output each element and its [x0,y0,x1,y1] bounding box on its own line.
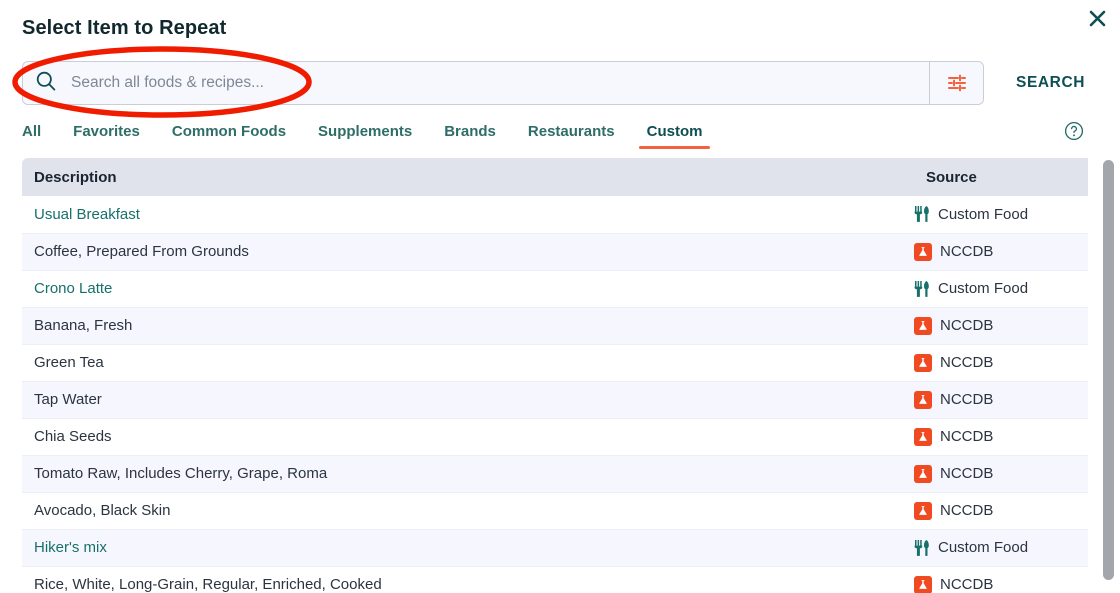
nccdb-flask-icon [914,242,932,261]
source-label: NCCDB [940,465,994,482]
row-description[interactable]: Usual Breakfast [22,196,888,234]
column-header-description: Description [22,158,888,196]
row-description[interactable]: Banana, Fresh [22,307,888,345]
source-label: NCCDB [940,354,994,371]
food-table-container: Description Source Usual Breakfast Custom… [22,158,1098,593]
table-row[interactable]: Crono Latte Custom Food [22,270,1088,308]
source-label: Custom Food [938,280,1029,297]
row-description[interactable]: Tomato Raw, Includes Cherry, Grape, Roma [22,455,888,493]
row-description[interactable]: Hiker's mix [22,529,888,567]
utensils-icon [914,280,930,298]
search-button[interactable]: SEARCH [1010,73,1091,93]
table-row[interactable]: Tomato Raw, Includes Cherry, Grape, Roma… [22,455,1088,493]
search-input[interactable] [69,73,917,93]
row-source: NCCDB [888,455,1088,493]
tab-custom[interactable]: Custom [638,123,711,149]
search-field[interactable] [23,62,929,104]
source-cell-content: Custom Food [900,280,1076,298]
source-cell-content: NCCDB [900,501,1076,520]
row-description[interactable]: Crono Latte [22,270,888,308]
source-cell-content: Custom Food [900,205,1076,223]
source-label: NCCDB [940,502,994,519]
table-row[interactable]: Chia Seeds NCCDB [22,418,1088,456]
vertical-scrollbar-thumb[interactable] [1103,160,1114,580]
table-row[interactable]: Avocado, Black Skin NCCDB [22,492,1088,530]
nccdb-flask-icon [914,427,932,446]
row-source: NCCDB [888,381,1088,419]
row-source: Custom Food [888,270,1088,308]
row-source: NCCDB [888,344,1088,382]
food-table: Description Source Usual Breakfast Custom… [22,158,1088,593]
table-row[interactable]: Coffee, Prepared From Grounds NCCDB [22,233,1088,271]
source-label: NCCDB [940,576,994,593]
row-source: NCCDB [888,492,1088,530]
row-description[interactable]: Avocado, Black Skin [22,492,888,530]
table-header: Description Source [22,158,1088,196]
source-label: NCCDB [940,428,994,445]
column-header-source-label: Source [926,168,977,186]
help-circle-icon[interactable] [1064,121,1084,141]
tab-all[interactable]: All [22,123,41,149]
nccdb-flask-icon [914,390,932,409]
row-description[interactable]: Coffee, Prepared From Grounds [22,233,888,271]
source-cell-content: NCCDB [900,390,1076,409]
nccdb-flask-icon [914,501,932,520]
table-row[interactable]: Green Tea NCCDB [22,344,1088,382]
tab-favorites[interactable]: Favorites [73,123,140,149]
nccdb-flask-icon [914,353,932,372]
source-cell-content: NCCDB [900,316,1076,335]
page-title: Select Item to Repeat [22,17,227,39]
source-label: Custom Food [938,539,1029,556]
source-label: NCCDB [940,317,994,334]
row-description[interactable]: Tap Water [22,381,888,419]
source-label: NCCDB [940,243,994,260]
filter-sliders-icon[interactable] [929,62,983,104]
nccdb-flask-icon [914,464,932,483]
row-source: NCCDB [888,566,1088,593]
row-source: Custom Food [888,529,1088,567]
table-row[interactable]: Usual Breakfast Custom Food [22,196,1088,234]
row-source: NCCDB [888,418,1088,456]
search-box [22,61,984,105]
source-cell-content: Custom Food [900,539,1076,557]
table-header-row: Description Source [22,158,1088,196]
select-item-dialog: Select Item to Repeat Search all foods &… [0,0,1120,593]
table-row[interactable]: Rice, White, Long-Grain, Regular, Enrich… [22,566,1088,593]
column-header-source: Source [888,158,1088,196]
source-cell-content: NCCDB [900,464,1076,483]
tab-supplements[interactable]: Supplements [318,123,412,149]
nccdb-flask-icon [914,316,932,335]
utensils-icon [914,539,930,557]
source-cell-content: NCCDB [900,575,1076,593]
table-row[interactable]: Hiker's mix Custom Food [22,529,1088,567]
row-source: NCCDB [888,233,1088,271]
source-cell-content: NCCDB [900,353,1076,372]
row-description[interactable]: Rice, White, Long-Grain, Regular, Enrich… [22,566,888,593]
search-icon [35,70,57,97]
search-bar: SEARCH [22,61,1098,105]
table-row[interactable]: Tap Water NCCDB [22,381,1088,419]
row-source: NCCDB [888,307,1088,345]
source-cell-content: NCCDB [900,242,1076,261]
utensils-icon [914,205,930,223]
row-description[interactable]: Green Tea [22,344,888,382]
row-source: Custom Food [888,196,1088,234]
tab-brands[interactable]: Brands [444,123,496,149]
tab-restaurants[interactable]: Restaurants [528,123,615,149]
tab-bar: All Favorites Common Foods Supplements B… [22,121,1098,157]
source-label: NCCDB [940,391,994,408]
row-description[interactable]: Chia Seeds [22,418,888,456]
table-body: Usual Breakfast Custom Food Coffee, Prepar… [22,196,1088,593]
nccdb-flask-icon [914,575,932,593]
source-label: Custom Food [938,205,1029,223]
source-cell-content: NCCDB [900,427,1076,446]
table-row[interactable]: Banana, Fresh NCCDB [22,307,1088,345]
close-icon[interactable] [1083,4,1111,32]
tab-common-foods[interactable]: Common Foods [172,123,286,149]
